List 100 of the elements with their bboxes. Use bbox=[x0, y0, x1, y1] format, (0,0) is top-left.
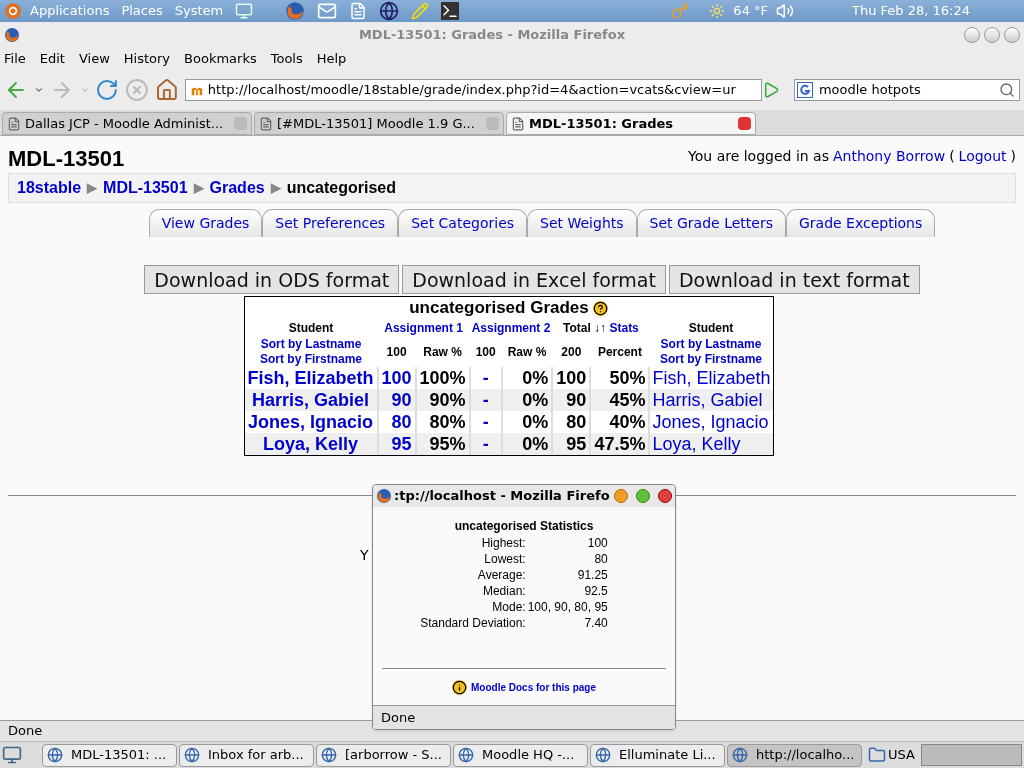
sort-link[interactable]: Sort by Lastname bbox=[653, 337, 769, 352]
maximize-button[interactable] bbox=[984, 26, 1000, 43]
app-icon bbox=[595, 747, 611, 763]
sort-arrows[interactable]: ↓↑ bbox=[594, 321, 607, 335]
page-tab[interactable]: Set Weights bbox=[527, 209, 637, 237]
close-button[interactable] bbox=[658, 489, 672, 503]
app-icon bbox=[321, 747, 337, 763]
search-icon[interactable] bbox=[999, 82, 1015, 98]
breadcrumb-current: uncategorised bbox=[286, 178, 397, 198]
menu-item[interactable]: Bookmarks bbox=[184, 48, 257, 69]
breadcrumb-link[interactable]: MDL-13501 bbox=[103, 176, 188, 200]
student-link[interactable]: Harris, Gabiel bbox=[649, 389, 773, 411]
table-cell: 95 bbox=[552, 433, 591, 455]
minimize-button[interactable] bbox=[964, 26, 980, 43]
maximize-button[interactable] bbox=[636, 489, 650, 503]
student-link[interactable]: Fish, Elizabeth bbox=[649, 367, 773, 389]
stat-label: Highest: bbox=[480, 535, 526, 551]
menu-item[interactable]: Tools bbox=[270, 48, 303, 69]
column-header: Percent bbox=[590, 337, 650, 367]
sort-link[interactable]: Sort by Lastname bbox=[248, 337, 374, 352]
breadcrumb-separator: ▶ bbox=[87, 179, 98, 198]
column-header: Raw % bbox=[501, 337, 553, 367]
stat-label: Lowest: bbox=[483, 551, 526, 567]
reload-icon[interactable] bbox=[95, 78, 120, 102]
show-desktop-icon[interactable] bbox=[2, 745, 22, 765]
page-tab[interactable]: View Grades bbox=[148, 209, 263, 237]
url-text: http://localhost/moodle/18stable/grade/index.php?id=4&action=vcats&cview=ur bbox=[207, 81, 736, 100]
breadcrumb-link[interactable]: Grades bbox=[209, 176, 265, 200]
weather-icon[interactable] bbox=[709, 3, 726, 19]
browser-tab[interactable]: [#MDL-13501] Moodle 1.9 G... bbox=[254, 112, 504, 135]
keyboard-layout[interactable]: USA bbox=[888, 745, 915, 765]
breadcrumb-link[interactable]: 18stable bbox=[17, 176, 82, 200]
login-link[interactable]: Anthony Borrow bbox=[833, 146, 946, 167]
taskbar-button[interactable]: [arborrow - S... bbox=[316, 743, 451, 767]
firefox-icon bbox=[376, 488, 392, 504]
home-icon[interactable] bbox=[155, 78, 179, 102]
help-icon[interactable] bbox=[592, 300, 608, 316]
menu-item[interactable]: View bbox=[78, 48, 110, 69]
status-text: Done bbox=[381, 708, 416, 727]
page-tab[interactable]: Set Preferences bbox=[262, 209, 399, 237]
column-header: Raw % bbox=[415, 337, 470, 367]
menu-item[interactable]: Help bbox=[316, 48, 347, 69]
student-link[interactable]: Loya, Kelly bbox=[649, 433, 773, 455]
minimize-button[interactable] bbox=[614, 489, 628, 503]
page-tab[interactable]: Set Categories bbox=[398, 209, 528, 237]
stat-value: 100, 90, 80, 95 bbox=[527, 599, 608, 615]
sort-link[interactable]: Sort by Firstname bbox=[653, 352, 769, 367]
student-link[interactable]: Jones, Ignacio bbox=[649, 411, 773, 433]
browser-tab[interactable]: MDL-13501: Grades bbox=[506, 112, 756, 135]
app-icon bbox=[458, 747, 474, 763]
stat-label: Average: bbox=[476, 567, 526, 583]
window-title: MDL-13501: Grades - Mozilla Firefox bbox=[357, 25, 627, 44]
assignment-link[interactable]: Assignment 2 bbox=[469, 319, 553, 337]
menu-item[interactable]: Edit bbox=[39, 48, 65, 69]
login-link[interactable]: Logout bbox=[958, 146, 1007, 167]
column-header: 100 bbox=[469, 337, 502, 367]
grade-link[interactable]: - bbox=[469, 433, 502, 455]
browser-tab[interactable]: Dallas JCP - Moodle Administ... bbox=[2, 112, 252, 135]
address-field[interactable]: http://localhost/moodle/18stable/grade/index.php?id=4&action=vcats&cview=ur bbox=[184, 79, 763, 101]
workspace-switcher[interactable] bbox=[920, 744, 1022, 766]
column-header: Student bbox=[287, 320, 335, 337]
assignment-link[interactable]: Assignment 1 bbox=[377, 319, 470, 337]
taskbar-button[interactable]: http://localho... bbox=[727, 743, 862, 767]
grade-link[interactable]: 95 bbox=[377, 433, 416, 455]
taskbar-button[interactable]: MDL-13501: ... bbox=[42, 743, 177, 767]
go-icon[interactable] bbox=[762, 81, 780, 99]
page-tab[interactable]: Set Grade Letters bbox=[636, 209, 786, 237]
app-icon bbox=[47, 747, 63, 763]
stat-value: 7.40 bbox=[583, 615, 608, 631]
search-field[interactable]: moodle hotpots bbox=[793, 79, 1020, 101]
stats-link[interactable]: Stats bbox=[609, 321, 639, 335]
menu-item[interactable]: File bbox=[4, 48, 26, 69]
status-text: Done bbox=[8, 722, 43, 741]
volume-icon[interactable] bbox=[776, 2, 794, 20]
globe-icon[interactable] bbox=[379, 1, 400, 21]
app-icon bbox=[732, 747, 748, 763]
student-link[interactable]: Loya, Kelly bbox=[244, 433, 378, 455]
firefox-icon bbox=[285, 1, 306, 21]
taskbar-button[interactable]: Elluminate Li... bbox=[590, 743, 725, 767]
taskbar-button[interactable]: Inbox for arb... bbox=[179, 743, 314, 767]
search-engine-icon[interactable] bbox=[796, 82, 813, 98]
download-button[interactable]: Download in ODS format bbox=[144, 265, 400, 294]
stop-icon[interactable] bbox=[125, 78, 150, 102]
sort-link[interactable]: Sort by Firstname bbox=[248, 352, 374, 367]
terminal-icon[interactable] bbox=[441, 2, 460, 20]
tab-close-icon[interactable] bbox=[738, 117, 751, 130]
folder-icon[interactable] bbox=[868, 746, 886, 764]
taskbar-button[interactable]: Moodle HQ -... bbox=[453, 743, 588, 767]
popup-title: :tp://localhost - Mozilla Firefo bbox=[394, 487, 611, 506]
document-icon[interactable] bbox=[349, 2, 368, 20]
page-tab[interactable]: Grade Exceptions bbox=[785, 209, 936, 237]
mail-icon[interactable] bbox=[317, 1, 338, 21]
stat-value: 80 bbox=[593, 551, 608, 567]
stat-label: Median: bbox=[481, 583, 526, 599]
menu-item[interactable]: History bbox=[123, 48, 171, 69]
download-button[interactable]: Download in Excel format bbox=[402, 265, 666, 294]
monitor-icon[interactable] bbox=[235, 2, 254, 20]
dropdown-icon[interactable] bbox=[33, 85, 44, 95]
download-button[interactable]: Download in text format bbox=[668, 265, 920, 294]
docs-link[interactable]: Moodle Docs for this page bbox=[471, 680, 596, 695]
